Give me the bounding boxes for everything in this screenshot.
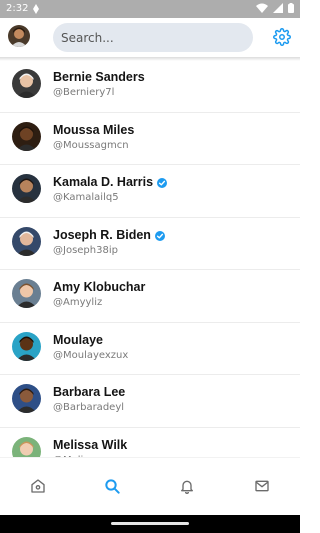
user-row[interactable]: Bernie Sanders @Berniery7l [0, 60, 300, 113]
verified-badge-icon [157, 177, 168, 188]
user-name: Barbara Lee [53, 385, 125, 399]
user-avatar[interactable] [12, 226, 41, 256]
user-row[interactable]: Barbara Lee @Barbaradeyl [0, 375, 300, 428]
user-list: Bernie Sanders @Berniery7l Moussa Miles @Mo… [0, 60, 300, 457]
user-row[interactable]: Kamala D. Harris @Kamalailq5 [0, 165, 300, 218]
mail-icon[interactable] [254, 478, 270, 494]
user-row[interactable]: Amy Klobuchar @Amyyliz [0, 270, 300, 323]
user-name-text: Joseph R. Biden [53, 227, 151, 242]
user-name-text: Moussa Miles [53, 122, 135, 137]
user-row[interactable]: Moussa Miles @Moussagmcn [0, 113, 300, 165]
user-name-text: Amy Klobuchar [53, 280, 146, 294]
user-avatar[interactable] [12, 174, 41, 203]
user-name: Moussa Miles [53, 123, 134, 137]
system-nav-bar [0, 515, 300, 533]
search-icon[interactable] [104, 478, 120, 494]
status-bar: 2:32 [0, 0, 300, 18]
gear-icon[interactable] [273, 28, 291, 46]
user-handle: @Berniery7l [53, 87, 115, 98]
user-handle: @Joseph38ip [53, 244, 118, 256]
data-saver-icon [32, 4, 40, 17]
user-handle: @Barbaradeyl [53, 402, 125, 413]
bell-icon[interactable] [179, 478, 195, 494]
home-icon[interactable] [30, 478, 46, 494]
user-name-text: Moulaye [53, 332, 104, 347]
user-avatar[interactable] [12, 69, 41, 98]
user-handle: @Moussagmcn [53, 139, 129, 151]
user-name: Joseph R. Biden [53, 228, 165, 242]
user-handle: @Moulayexzux [53, 349, 129, 361]
user-avatar[interactable] [12, 384, 41, 413]
user-name-text: Bernie Sanders [53, 70, 145, 84]
profile-avatar[interactable] [8, 25, 30, 47]
user-handle: @Kamalailq5 [53, 192, 119, 203]
user-avatar[interactable] [12, 279, 41, 308]
battery-icon [288, 3, 294, 13]
user-name: Kamala D. Harris [53, 175, 168, 189]
user-handle: @Amyyliz [53, 297, 103, 308]
user-row[interactable]: Moulaye @Moulayexzux [0, 323, 300, 375]
user-name: Bernie Sanders [53, 70, 145, 84]
user-avatar[interactable] [12, 121, 41, 151]
user-name: Melissa Wilk [53, 438, 127, 452]
user-name-text: Melissa Wilk [53, 437, 128, 452]
user-avatar[interactable] [12, 331, 41, 361]
bottom-nav [0, 457, 300, 515]
search-placeholder: Search... [61, 30, 114, 45]
signal-icon [273, 3, 283, 13]
user-row[interactable]: Melissa Wilk@Melissa [0, 428, 300, 457]
user-name-text: Barbara Lee [53, 385, 126, 399]
home-gesture-handle[interactable] [111, 522, 189, 525]
search-input[interactable]: Search... [53, 23, 253, 52]
status-time: 2:32 [6, 3, 29, 14]
verified-badge-icon [154, 230, 165, 241]
wifi-icon [256, 3, 268, 13]
user-avatar[interactable] [12, 436, 41, 457]
user-name-text: Kamala D. Harris [53, 175, 154, 189]
user-name: Amy Klobuchar [53, 280, 145, 294]
top-bar: Search... [0, 18, 300, 58]
user-row[interactable]: Joseph R. Biden @Joseph38ip [0, 218, 300, 270]
user-name: Moulaye [53, 333, 103, 347]
